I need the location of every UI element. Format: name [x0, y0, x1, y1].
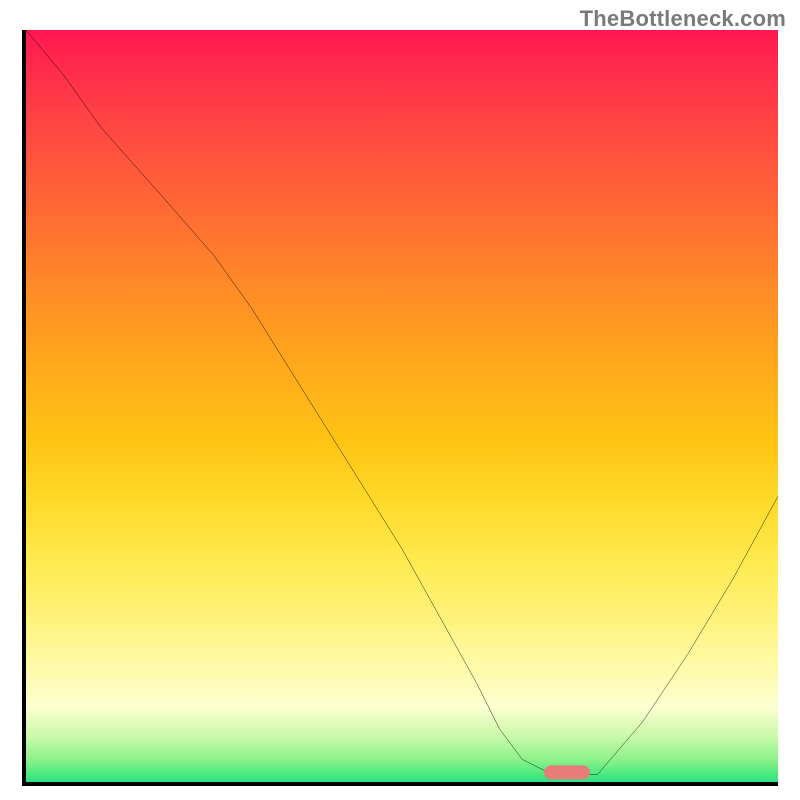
chart-container: TheBottleneck.com	[0, 0, 800, 800]
bottleneck-curve-path	[26, 30, 778, 774]
watermark-text: TheBottleneck.com	[580, 6, 786, 32]
optimal-range-marker	[544, 766, 590, 780]
curve-layer	[26, 30, 778, 782]
plot-area	[22, 30, 778, 786]
